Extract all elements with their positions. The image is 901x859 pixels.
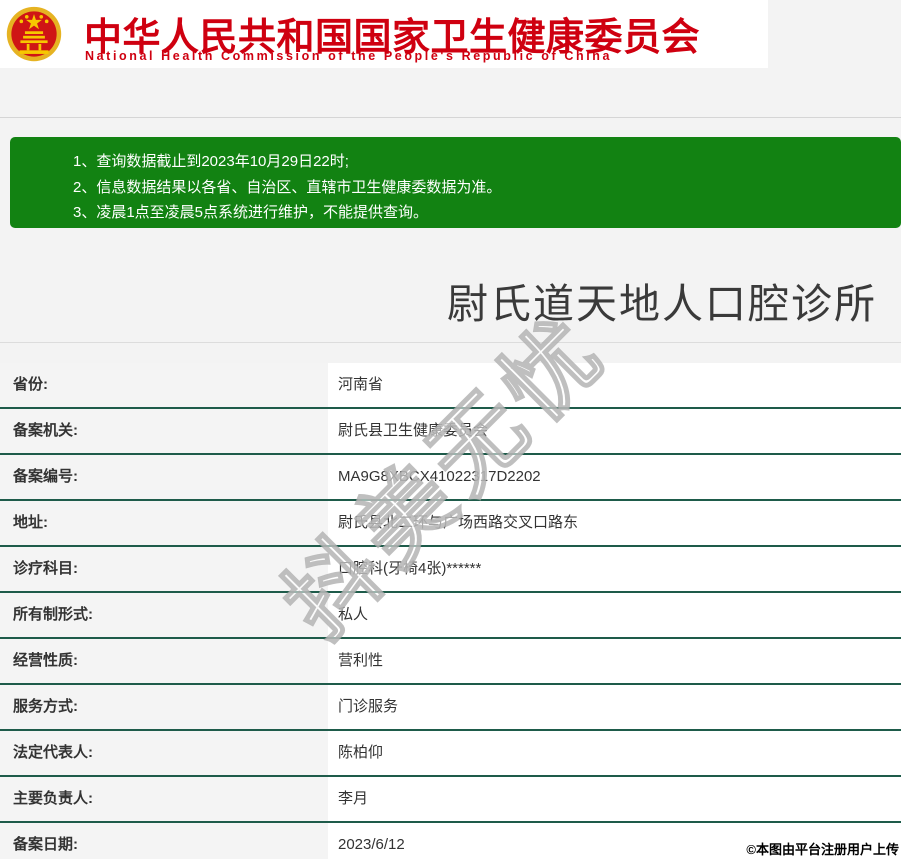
upload-note: ©本图由平台注册用户上传 [746, 842, 899, 857]
notice-item-1: 1、查询数据截止到2023年10月29日22时; [73, 153, 349, 170]
national-emblem-icon [6, 6, 62, 62]
row-value: 河南省 [328, 363, 901, 407]
row-value: MA9G8XBCX41022317D2202 [328, 455, 901, 499]
row-label: 主要负责人: [0, 777, 328, 821]
row-value: 陈柏仰 [328, 731, 901, 775]
site-header: 中华人民共和国国家卫生健康委员会 National Health Commiss… [0, 0, 768, 68]
table-row-ownership-form: 所有制形式: 私人 [0, 593, 901, 639]
row-label: 备案日期: [0, 823, 328, 859]
row-value: 尉氏县卫生健康委员会 [328, 409, 901, 453]
site-title-english: National Health Commission of the People… [85, 49, 613, 63]
record-table: 省份: 河南省 备案机关: 尉氏县卫生健康委员会 备案编号: MA9G8XBCX… [0, 363, 901, 859]
row-label: 备案编号: [0, 455, 328, 499]
row-label: 服务方式: [0, 685, 328, 729]
row-label: 经营性质: [0, 639, 328, 683]
table-top-divider [0, 342, 901, 343]
row-label: 法定代表人: [0, 731, 328, 775]
notice-item-2: 2、信息数据结果以各省、自治区、直辖市卫生健康委数据为准。 [73, 178, 502, 196]
row-label: 所有制形式: [0, 593, 328, 637]
row-label: 诊疗科目: [0, 547, 328, 591]
table-row-principal: 主要负责人: 李月 [0, 777, 901, 823]
table-row-filing-number: 备案编号: MA9G8XBCX41022317D2202 [0, 455, 901, 501]
row-value: 李月 [328, 777, 901, 821]
row-value: 尉氏县北二环与广场西路交叉口路东 [328, 501, 901, 545]
table-row-service-mode: 服务方式: 门诊服务 [0, 685, 901, 731]
notice-item-3: 3、凌晨1点至凌晨5点系统进行维护，不能提供查询。 [73, 204, 429, 221]
row-label: 省份: [0, 363, 328, 407]
table-row-province: 省份: 河南省 [0, 363, 901, 409]
row-value: 门诊服务 [328, 685, 901, 729]
clinic-name-title: 尉氏道天地人口腔诊所 [447, 281, 877, 327]
table-row-legal-representative: 法定代表人: 陈柏仰 [0, 731, 901, 777]
row-value: 私人 [328, 593, 901, 637]
row-value: 营利性 [328, 639, 901, 683]
table-row-filing-authority: 备案机关: 尉氏县卫生健康委员会 [0, 409, 901, 455]
page: 中华人民共和国国家卫生健康委员会 National Health Commiss… [0, 0, 901, 859]
notice-box: 1、查询数据截止到2023年10月29日22时; 2、信息数据结果以各省、自治区… [10, 137, 901, 228]
row-value: 口腔科(牙椅4张)****** [328, 547, 901, 591]
table-row-diagnostic-subjects: 诊疗科目: 口腔科(牙椅4张)****** [0, 547, 901, 593]
header-divider [0, 117, 901, 118]
table-row-business-nature: 经营性质: 营利性 [0, 639, 901, 685]
row-label: 备案机关: [0, 409, 328, 453]
table-row-address: 地址: 尉氏县北二环与广场西路交叉口路东 [0, 501, 901, 547]
row-label: 地址: [0, 501, 328, 545]
